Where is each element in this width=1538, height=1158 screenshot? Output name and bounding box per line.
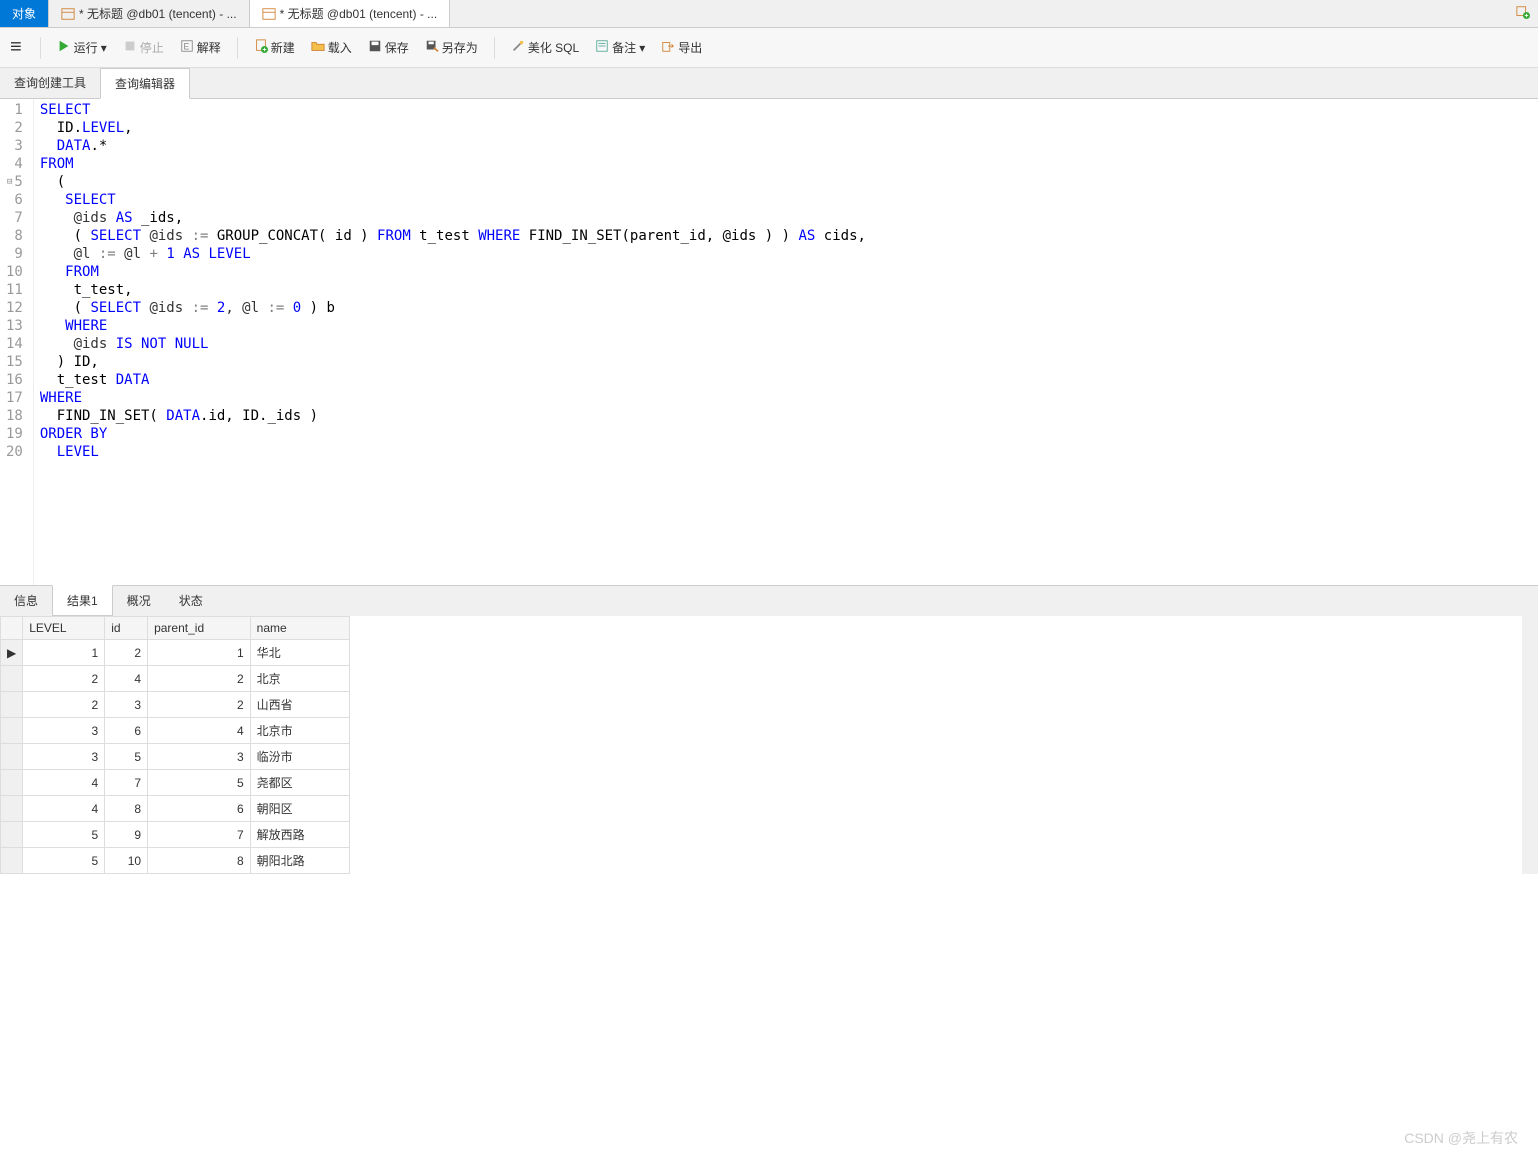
query-icon bbox=[61, 7, 75, 21]
result-grid-wrap: LEVELidparent_idname▶121华北242北京232山西省364… bbox=[0, 616, 1538, 874]
load-button[interactable]: 载入 bbox=[305, 35, 358, 60]
tab-info[interactable]: 信息 bbox=[0, 586, 52, 616]
svg-text:E: E bbox=[183, 42, 189, 52]
run-button[interactable]: 运行 ▾ bbox=[51, 35, 113, 60]
new-icon bbox=[254, 39, 268, 56]
result-grid[interactable]: LEVELidparent_idname▶121华北242北京232山西省364… bbox=[0, 616, 350, 874]
tab-query-2[interactable]: * 无标题 @db01 (tencent) - ... bbox=[250, 0, 451, 27]
comment-button[interactable]: 备注 ▾ bbox=[589, 35, 651, 60]
query-icon bbox=[262, 7, 276, 21]
menu-button[interactable]: ≡ bbox=[10, 36, 22, 59]
code-area[interactable]: SELECT ID.LEVEL, DATA.*FROM ( SELECT @id… bbox=[34, 99, 872, 585]
watermark: CSDN @尧上有农 bbox=[1404, 1128, 1518, 1148]
saveas-icon bbox=[425, 39, 439, 56]
beautify-button[interactable]: 美化 SQL bbox=[505, 35, 585, 60]
tab-query-editor[interactable]: 查询编辑器 bbox=[100, 68, 190, 99]
top-tab-bar: 对象 * 无标题 @db01 (tencent) - ... * 无标题 @db… bbox=[0, 0, 1538, 28]
tab-result1[interactable]: 结果1 bbox=[52, 585, 113, 616]
export-icon bbox=[661, 39, 675, 56]
dropdown-icon: ▾ bbox=[639, 41, 645, 55]
tab-query-builder[interactable]: 查询创建工具 bbox=[0, 68, 100, 98]
save-icon bbox=[368, 39, 382, 56]
tab-query-1[interactable]: * 无标题 @db01 (tencent) - ... bbox=[49, 0, 250, 27]
dropdown-icon: ▾ bbox=[101, 41, 107, 55]
plus-icon bbox=[1516, 8, 1530, 22]
note-icon bbox=[595, 39, 609, 56]
save-button[interactable]: 保存 bbox=[362, 35, 415, 60]
scrollbar[interactable] bbox=[1522, 616, 1538, 874]
tab-objects[interactable]: 对象 bbox=[0, 0, 49, 27]
line-gutter: 1234⊟567891011121314151617181920 bbox=[0, 99, 34, 585]
saveas-button[interactable]: 另存为 bbox=[419, 35, 484, 60]
sql-editor[interactable]: 1234⊟567891011121314151617181920 SELECT … bbox=[0, 99, 1538, 585]
toolbar: ≡ 运行 ▾ 停止 E 解释 新建 载入 保存 另存为 美化 SQL 备注 ▾ bbox=[0, 28, 1538, 68]
wand-icon bbox=[511, 39, 525, 56]
new-button[interactable]: 新建 bbox=[248, 35, 301, 60]
play-icon bbox=[57, 39, 71, 56]
stop-button: 停止 bbox=[117, 35, 170, 60]
folder-icon bbox=[311, 39, 325, 56]
explain-button[interactable]: E 解释 bbox=[174, 35, 227, 60]
stop-icon bbox=[123, 39, 137, 56]
sub-tab-bar: 查询创建工具 查询编辑器 bbox=[0, 68, 1538, 99]
tab-profile[interactable]: 概况 bbox=[113, 586, 165, 616]
tab-status[interactable]: 状态 bbox=[165, 586, 217, 616]
explain-icon: E bbox=[180, 39, 194, 56]
result-tab-bar: 信息 结果1 概况 状态 bbox=[0, 585, 1538, 616]
export-button[interactable]: 导出 bbox=[655, 35, 708, 60]
add-tab-button[interactable] bbox=[1508, 5, 1538, 22]
